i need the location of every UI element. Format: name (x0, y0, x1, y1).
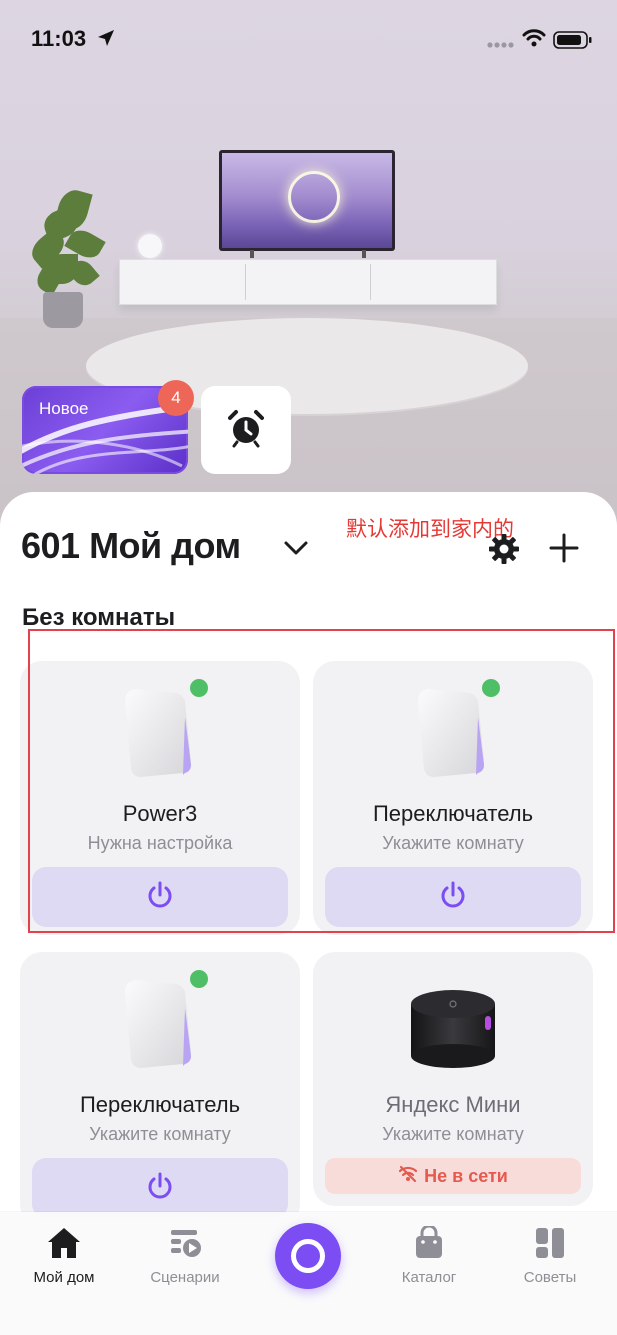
story-badge: 4 (158, 380, 194, 416)
gear-icon[interactable] (488, 533, 520, 570)
story-alarm[interactable] (201, 386, 291, 474)
tv-console (119, 259, 497, 305)
console-divider (370, 264, 371, 300)
device-status: Укажите комнату (382, 1124, 524, 1144)
tab-scenarios[interactable]: Сценарии (135, 1226, 235, 1286)
story-new-label: Новое (39, 399, 89, 418)
tab-label: Сценарии (150, 1269, 220, 1286)
alice-icon (291, 1239, 325, 1273)
scenarios-icon (167, 1230, 203, 1264)
wifi-icon (522, 28, 546, 53)
location-arrow-icon (96, 28, 116, 53)
chevron-down-icon[interactable] (283, 540, 309, 561)
shopping-bag-icon (411, 1224, 447, 1264)
smart-speaker-icon (405, 986, 501, 1075)
grid-icon (532, 1228, 568, 1264)
device-card[interactable]: Яндекс Мини Укажите комнату Не в сети (313, 952, 593, 1206)
tab-label: Советы (523, 1269, 577, 1286)
tab-tips[interactable]: Советы (500, 1226, 600, 1286)
tv (219, 150, 395, 251)
highlight-box (28, 629, 615, 933)
device-card[interactable]: Переключатель Укажите комнату (20, 952, 300, 1226)
console-divider (245, 264, 246, 300)
status-time: 11:03 (31, 26, 87, 51)
device-name: Яндекс Мини (385, 1092, 521, 1117)
power-icon (145, 1171, 175, 1206)
tab-my-home[interactable]: Мой дом (14, 1226, 114, 1286)
battery-icon (553, 30, 593, 55)
plant-pot (43, 292, 83, 328)
tab-label: Мой дом (33, 1269, 95, 1286)
home-title[interactable]: 601 Мой дом (21, 525, 241, 567)
add-icon[interactable] (549, 533, 579, 568)
hub-device-icon (121, 974, 199, 1079)
section-title: Без комнаты (22, 604, 176, 631)
tv-ring (288, 171, 340, 223)
offline-status: Не в сети (325, 1158, 581, 1194)
power-button[interactable] (32, 1158, 288, 1218)
tv-foot (250, 250, 254, 258)
hero-banner: 11:03 Новое 4 (0, 0, 617, 540)
offline-label: Не в сети (424, 1165, 508, 1186)
tab-catalog[interactable]: Каталог (379, 1224, 479, 1286)
home-icon (46, 1228, 82, 1264)
tv-foot (362, 250, 366, 258)
device-name: Переключатель (79, 1092, 241, 1117)
tab-label: Каталог (401, 1269, 457, 1286)
online-indicator (190, 970, 208, 988)
lamp (138, 234, 162, 258)
wifi-off-icon (398, 1165, 418, 1188)
alice-assistant-button[interactable] (275, 1223, 341, 1289)
alarm-clock-icon (226, 408, 266, 453)
status-bar: 11:03 (0, 26, 617, 56)
tv-screen (222, 153, 392, 248)
device-status: Укажите комнату (89, 1124, 231, 1144)
signal-dots-icon (487, 36, 515, 54)
